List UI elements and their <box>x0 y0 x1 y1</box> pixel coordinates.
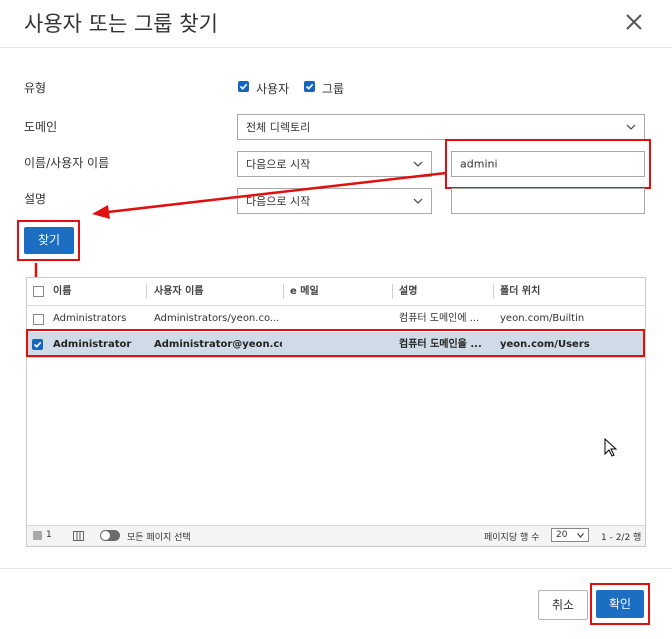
chevron-down-icon <box>577 533 584 538</box>
columns-icon[interactable] <box>73 531 84 541</box>
pagination-range: 1 - 2/2 행 <box>601 533 642 543</box>
rows-per-page-label: 페이지당 행 수 <box>484 533 540 543</box>
annotation-highlight-ok <box>590 583 650 625</box>
footer-divider <box>0 568 672 569</box>
column-header-description[interactable]: 설명 <box>399 278 417 305</box>
mouse-cursor-icon <box>604 438 618 457</box>
select-all-pages-label: 모든 페이지 선택 <box>127 533 191 543</box>
column-divider[interactable] <box>493 284 494 299</box>
rows-per-page-value: 20 <box>556 530 568 540</box>
column-divider[interactable] <box>283 284 284 299</box>
row-checkbox[interactable] <box>33 314 44 325</box>
cancel-button[interactable]: 취소 <box>538 590 588 620</box>
column-header-name[interactable]: 이름 <box>53 278 71 305</box>
grid-footer: 1 모든 페이지 선택 페이지당 행 수 20 1 - 2/2 행 <box>27 525 645 546</box>
selected-count: 1 <box>46 530 52 540</box>
column-header-email[interactable]: e 메일 <box>290 278 319 305</box>
annotation-highlight-row <box>26 329 645 357</box>
column-divider[interactable] <box>392 284 393 299</box>
column-header-username[interactable]: 사용자 이름 <box>154 278 203 305</box>
select-all-checkbox[interactable] <box>33 286 44 297</box>
selected-count-checkbox-icon <box>33 531 42 540</box>
results-grid: 이름 사용자 이름 e 메일 설명 폴더 위치 Administrators A… <box>26 277 646 547</box>
rows-per-page-select[interactable]: 20 <box>551 528 589 542</box>
column-divider[interactable] <box>146 284 147 299</box>
column-header-folder[interactable]: 폴더 위치 <box>500 278 540 305</box>
grid-header: 이름 사용자 이름 e 메일 설명 폴더 위치 <box>27 278 645 306</box>
select-all-pages-toggle[interactable] <box>100 530 120 541</box>
